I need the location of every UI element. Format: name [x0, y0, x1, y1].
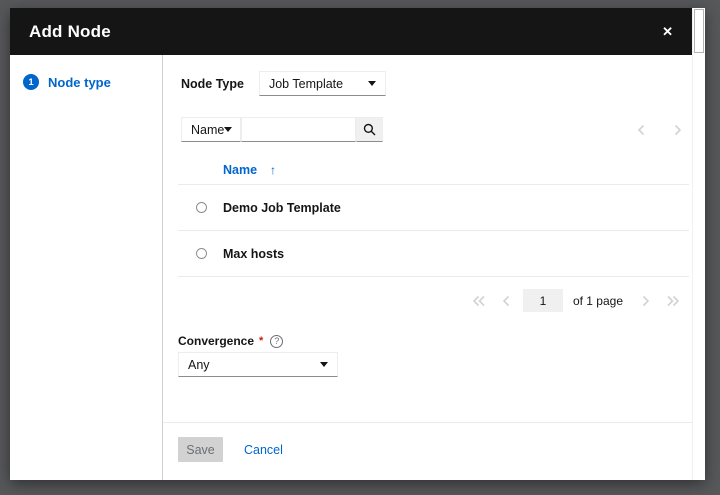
double-chevron-left-icon — [472, 295, 486, 307]
search-input[interactable] — [241, 117, 356, 142]
node-type-selected-value: Job Template — [269, 77, 343, 91]
convergence-selected-value: Any — [188, 358, 210, 372]
step-number-badge: 1 — [23, 74, 39, 90]
row-name: Max hosts — [223, 247, 284, 261]
search-toolbar: Name — [181, 117, 383, 142]
add-node-modal: Add Node ✕ 1 Node type Node Type Job Tem… — [10, 8, 705, 480]
table-row[interactable]: Demo Job Template — [178, 185, 689, 231]
caret-down-icon — [368, 81, 376, 86]
modal-title: Add Node — [29, 22, 111, 42]
chevron-left-icon — [637, 124, 646, 136]
double-chevron-right-icon — [666, 295, 680, 307]
node-type-label: Node Type — [181, 77, 244, 91]
wizard-content: Node Type Job Template Name — [163, 55, 692, 480]
chevron-left-icon — [502, 295, 511, 307]
caret-down-icon — [224, 127, 232, 132]
prev-page-button[interactable] — [502, 295, 511, 307]
required-asterisk: * — [259, 335, 263, 347]
table-header: Name ↑ — [178, 155, 689, 185]
scrollbar-thumb[interactable] — [694, 9, 704, 53]
wizard-step-node-type[interactable]: 1 Node type — [23, 74, 162, 90]
save-button[interactable]: Save — [178, 437, 223, 462]
bottom-pagination: of 1 page — [472, 288, 680, 313]
table-row[interactable]: Max hosts — [178, 231, 689, 277]
wizard-nav: 1 Node type — [10, 55, 163, 480]
convergence-select[interactable]: Any — [178, 352, 338, 377]
current-page-input[interactable] — [523, 289, 563, 312]
radio-button[interactable] — [196, 202, 207, 213]
toolbar-pagination — [637, 117, 682, 142]
chevron-right-icon — [673, 124, 682, 136]
first-page-button[interactable] — [472, 295, 486, 307]
filter-key-select[interactable]: Name — [181, 117, 241, 142]
prev-page-button[interactable] — [637, 124, 646, 136]
footer-divider — [163, 422, 692, 423]
close-icon[interactable]: ✕ — [662, 25, 673, 38]
next-page-button[interactable] — [641, 295, 650, 307]
scrollbar-track[interactable] — [692, 8, 705, 480]
step-label: Node type — [48, 75, 111, 90]
node-type-row: Node Type Job Template — [181, 71, 386, 96]
modal-footer: Save Cancel — [178, 437, 283, 462]
caret-down-icon — [320, 362, 328, 367]
convergence-field: Convergence * ? — [178, 334, 283, 348]
search-button[interactable] — [356, 117, 383, 142]
row-name: Demo Job Template — [223, 201, 341, 215]
last-page-button[interactable] — [666, 295, 680, 307]
convergence-label: Convergence — [178, 334, 254, 348]
cancel-button[interactable]: Cancel — [244, 443, 283, 457]
chevron-right-icon — [641, 295, 650, 307]
help-icon[interactable]: ? — [270, 335, 283, 348]
modal-header: Add Node ✕ — [10, 8, 692, 55]
node-type-select[interactable]: Job Template — [259, 71, 386, 96]
radio-button[interactable] — [196, 248, 207, 259]
search-icon — [363, 123, 376, 136]
page-count-label: of 1 page — [573, 294, 623, 308]
column-header-name[interactable]: Name — [223, 163, 257, 177]
next-page-button[interactable] — [673, 124, 682, 136]
sort-ascending-icon[interactable]: ↑ — [270, 163, 276, 177]
filter-key-value: Name — [191, 123, 224, 137]
